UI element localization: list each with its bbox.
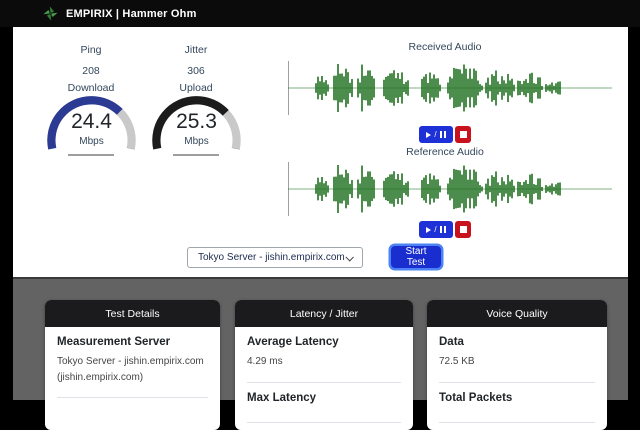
- list-item: Data 72.5 KB: [439, 327, 595, 383]
- reference-audio-controls: /: [419, 221, 471, 238]
- play-icon: [426, 226, 432, 233]
- item-value: Tokyo Server - jishin.empirix.com (jishi…: [57, 356, 204, 383]
- reference-audio-label: Reference Audio: [406, 146, 484, 158]
- upload-value: 25.3: [176, 110, 217, 133]
- list-item: Measurement Server Tokyo Server - jishin…: [57, 327, 208, 398]
- item-label: Total Packets: [439, 391, 513, 404]
- received-audio-label: Received Audio: [408, 41, 482, 53]
- card-title: Latency / Jitter: [235, 300, 413, 327]
- empirix-logo-icon: [43, 6, 58, 21]
- upload-unit: Mbps: [184, 136, 209, 147]
- list-item: Total Packets: [439, 383, 595, 423]
- play-icon: [426, 131, 432, 138]
- jitter-value: 306: [187, 65, 205, 77]
- ping-label: Ping: [80, 44, 102, 56]
- upload-gauge-baseline: [173, 154, 219, 156]
- download-gauge-baseline: [68, 154, 114, 156]
- item-value: 4.29 ms: [247, 356, 283, 367]
- received-audio-waveform: [288, 61, 612, 115]
- received-play-pause-button[interactable]: /: [419, 126, 453, 143]
- item-label: Measurement Server: [57, 336, 171, 348]
- stop-icon: [459, 131, 467, 138]
- server-select-value: Tokyo Server - jishin.empirix.com: [198, 252, 345, 263]
- pause-icon: [439, 226, 446, 233]
- pause-icon: [439, 131, 446, 138]
- latency-jitter-card: Latency / Jitter Average Latency 4.29 ms…: [235, 300, 413, 430]
- voice-quality-card: Voice Quality Data 72.5 KB Total Packets: [427, 300, 607, 430]
- item-label: Average Latency: [247, 336, 339, 348]
- reference-play-pause-button[interactable]: /: [419, 221, 453, 238]
- play-pause-separator: /: [434, 224, 437, 234]
- download-value: 24.4: [71, 110, 112, 133]
- item-value: 72.5 KB: [439, 356, 475, 367]
- header-bar: EMPIRIX | Hammer Ohm: [0, 0, 640, 27]
- reference-audio-waveform: [288, 162, 612, 216]
- server-select[interactable]: Tokyo Server - jishin.empirix.com: [187, 247, 363, 268]
- ping-value: 208: [82, 65, 100, 77]
- list-item: Average Latency 4.29 ms: [247, 327, 401, 383]
- app-title: EMPIRIX | Hammer Ohm: [66, 7, 197, 20]
- card-title: Test Details: [45, 300, 220, 327]
- stop-icon: [459, 226, 467, 233]
- test-details-card: Test Details Measurement Server Tokyo Se…: [45, 300, 220, 430]
- card-title: Voice Quality: [427, 300, 607, 327]
- received-stop-button[interactable]: [455, 126, 471, 143]
- item-label: Data: [439, 336, 464, 348]
- item-label: Max Latency: [247, 391, 317, 404]
- start-test-button[interactable]: Start Test: [391, 246, 441, 268]
- play-pause-separator: /: [434, 129, 437, 139]
- list-item: Max Latency: [247, 383, 401, 423]
- reference-stop-button[interactable]: [455, 221, 471, 238]
- jitter-label: Jitter: [184, 44, 208, 56]
- chevron-down-icon: [345, 252, 354, 262]
- download-unit: Mbps: [79, 136, 104, 147]
- received-audio-controls: /: [419, 126, 471, 143]
